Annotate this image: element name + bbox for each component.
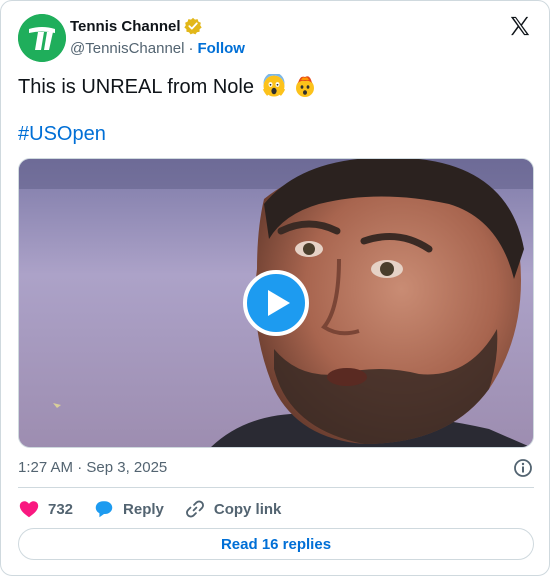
reply-label: Reply — [123, 500, 164, 518]
copy-link-label: Copy link — [213, 500, 282, 518]
link-icon — [185, 500, 204, 518]
exploding-head-icon — [293, 74, 317, 98]
hashtag-link[interactable]: #USOpen — [18, 122, 106, 146]
avatar[interactable] — [18, 14, 66, 62]
reply-bubble-icon — [95, 501, 113, 518]
play-icon — [268, 290, 290, 316]
info-icon[interactable] — [513, 458, 533, 478]
read-replies-button[interactable]: Read 16 replies — [18, 528, 534, 560]
tweet-body: This is UNREAL from Nole — [18, 76, 254, 98]
face-screaming-in-fear-icon — [262, 72, 286, 98]
tweet-card: Tennis Channel @TennisChannel · Follow T… — [0, 0, 550, 576]
tweet-timestamp[interactable]: 1:27 AM · Sep 3, 2025 — [18, 459, 167, 476]
x-logo-icon[interactable] — [509, 15, 531, 37]
divider — [18, 487, 534, 488]
play-button[interactable] — [243, 270, 309, 336]
like-count: 732 — [48, 500, 74, 518]
author-display-name[interactable]: Tennis Channel — [70, 18, 181, 35]
video-player[interactable] — [18, 158, 534, 448]
heart-icon — [19, 501, 39, 518]
author-handle[interactable]: @TennisChannel — [70, 40, 184, 57]
reply-button[interactable]: Reply — [93, 498, 164, 520]
author-name-row: Tennis Channel — [70, 17, 202, 35]
copy-link-button[interactable]: Copy link — [184, 498, 282, 520]
action-bar: 732 Reply Copy link — [18, 498, 301, 520]
separator-dot: · — [188, 40, 194, 57]
tennis-channel-logo-icon — [18, 14, 66, 62]
like-button[interactable]: 732 — [18, 498, 73, 520]
verified-badge-icon — [183, 17, 202, 35]
follow-button[interactable]: Follow — [197, 40, 245, 57]
tweet-text: This is UNREAL from Nole — [18, 72, 317, 99]
author-handle-row: @TennisChannel · Follow — [70, 40, 245, 57]
